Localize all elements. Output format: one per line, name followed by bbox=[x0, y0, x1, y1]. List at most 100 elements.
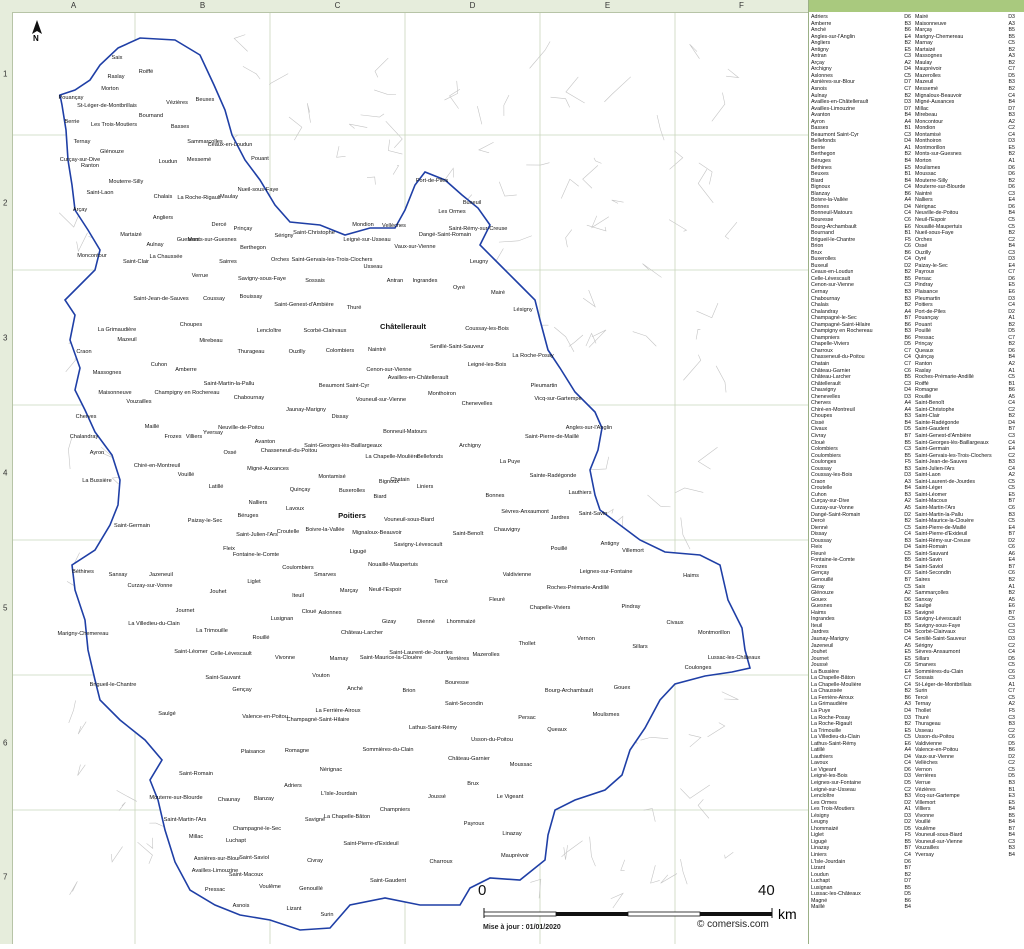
town-label: Les Ormes bbox=[438, 209, 466, 215]
town-label: Civray bbox=[307, 858, 323, 864]
commune-boundary-line bbox=[656, 114, 665, 141]
town-label: Pouillé bbox=[550, 546, 568, 552]
town-label: Lussac-les-Châteaux bbox=[707, 655, 761, 661]
town-label: Craon bbox=[76, 349, 92, 355]
town-label: Mauprévoir bbox=[501, 853, 529, 859]
town-label: Saix bbox=[111, 55, 123, 61]
column-label: B bbox=[199, 1, 206, 10]
commune-boundary-line bbox=[77, 721, 87, 735]
town-label: La Ferrière-Airoux bbox=[315, 708, 361, 714]
town-label: Moulismes bbox=[592, 712, 620, 718]
town-label: Saint-Benoît bbox=[452, 531, 484, 537]
town-label: Coulonges bbox=[684, 665, 712, 671]
town-label: Nalliers bbox=[248, 500, 268, 506]
commune-boundary-line bbox=[715, 365, 727, 393]
town-label: Asnières-sur-Blour bbox=[193, 856, 241, 862]
town-label: Colombiers bbox=[325, 348, 355, 354]
town-label: Avanton bbox=[254, 439, 276, 445]
town-label: Mouterre-Silly bbox=[108, 179, 144, 185]
town-label: Savigné bbox=[304, 817, 326, 823]
town-label: Saint-Georges-lès-Baillargeaux bbox=[304, 443, 382, 449]
town-label: Château-Garnier bbox=[448, 756, 490, 762]
town-label: Roches-Prémarie-Andillé bbox=[546, 585, 610, 591]
row-label: 2 bbox=[3, 198, 8, 207]
town-label: Amberre bbox=[175, 367, 197, 373]
commune-boundary-line bbox=[360, 113, 385, 118]
town-label: Dissay bbox=[331, 414, 349, 420]
town-label: Villemort bbox=[622, 548, 644, 554]
town-label: Berrie bbox=[64, 119, 80, 125]
town-label: Choupes bbox=[179, 322, 203, 328]
commune-boundary-line bbox=[392, 165, 400, 175]
town-label: Aslonnes bbox=[318, 610, 342, 616]
town-label: Vouton bbox=[312, 673, 330, 679]
index-row: Yversay B4 bbox=[915, 852, 1019, 859]
update-date: Mise à jour : 01/01/2020 bbox=[483, 924, 561, 931]
town-label: Lavoux bbox=[285, 506, 305, 512]
town-label: Voulême bbox=[259, 884, 281, 890]
town-label: Château-Larcher bbox=[341, 630, 383, 636]
index-grid-ref: B4 bbox=[1008, 852, 1015, 858]
town-label: Béthines bbox=[72, 569, 94, 575]
town-label: Orches bbox=[270, 257, 290, 263]
town-label: Champagné-Saint-Hilaire bbox=[286, 717, 350, 723]
town-label: Champagné-le-Sec bbox=[232, 826, 282, 832]
town-label: Ayron bbox=[89, 450, 105, 456]
town-label: Leigné-les-Bois bbox=[467, 362, 507, 368]
town-label: Queaux bbox=[547, 727, 567, 733]
commune-boundary-line bbox=[697, 169, 714, 204]
commune-boundary-line bbox=[582, 165, 599, 189]
town-label: Saint-Gervais-les-Trois-Clochers bbox=[291, 257, 373, 263]
commune-boundary-line bbox=[669, 150, 684, 170]
commune-boundary-line bbox=[269, 73, 289, 86]
town-label: Lhommaizé bbox=[446, 619, 476, 625]
town-label: La Bussière bbox=[82, 478, 112, 484]
commune-boundary-line bbox=[697, 799, 710, 819]
town-label: Champigny en Rochereau bbox=[154, 390, 220, 396]
commune-boundary-line bbox=[683, 354, 702, 381]
town-label: Marigny-Chemereau bbox=[57, 631, 109, 637]
town-label: Saint-Julien-l'Ars bbox=[236, 532, 278, 538]
town-label: Saint-Martin-l'Ars bbox=[163, 817, 207, 823]
commune-boundary-line bbox=[711, 92, 726, 122]
town-label: Saint-Germain bbox=[113, 523, 151, 529]
town-label: Arçay bbox=[72, 207, 88, 213]
town-label: Bouissay bbox=[239, 294, 263, 300]
town-label: Beuxes bbox=[195, 97, 215, 103]
town-label: Lauthiers bbox=[568, 490, 592, 496]
commune-boundary-line bbox=[449, 88, 461, 109]
column-label: E bbox=[604, 1, 611, 10]
town-label: Nérignac bbox=[319, 767, 343, 773]
town-label: Migné-Auxances bbox=[247, 466, 289, 472]
town-label: Nueil-sous-Faye bbox=[237, 187, 279, 193]
commune-boundary-line bbox=[565, 76, 585, 104]
commune-index: Adriers D6 Amberre B3 Anché B6 Angles-sur-l'An… bbox=[808, 0, 1024, 944]
town-label: Angliers bbox=[152, 215, 174, 221]
commune-boundary-line bbox=[696, 303, 719, 319]
commune-boundary-line bbox=[604, 76, 631, 103]
town-label: La Grimaudière bbox=[97, 327, 137, 333]
town-label: Brion bbox=[402, 688, 416, 694]
scale-min: 0 bbox=[478, 882, 487, 899]
town-label: Scorbé-Clairvaux bbox=[303, 328, 347, 334]
town-label: Saint-Léomer bbox=[174, 649, 208, 655]
town-label: Ouzilly bbox=[288, 349, 306, 355]
town-label: Saint-Saviol bbox=[239, 855, 269, 861]
town-label: Chiré-en-Montreuil bbox=[133, 463, 181, 469]
town-label: Maillé bbox=[144, 424, 160, 430]
commune-boundary-line bbox=[611, 199, 624, 204]
town-label: Le Vigeant bbox=[496, 794, 524, 800]
town-label: Availles-en-Châtellerault bbox=[387, 375, 449, 381]
town-label: Valdivienne bbox=[502, 572, 532, 578]
town-label: Lencloître bbox=[256, 328, 282, 334]
row-label: 3 bbox=[3, 333, 8, 342]
town-label: Vernon bbox=[577, 636, 595, 642]
town-label: Brux bbox=[467, 781, 479, 787]
town-label: Pressac bbox=[204, 887, 226, 893]
town-label: Beaumont Saint-Cyr bbox=[318, 383, 370, 389]
town-label: Lathus-Saint-Rémy bbox=[409, 725, 457, 731]
town-label: Iteuil bbox=[292, 593, 304, 599]
commune-boundary-line bbox=[477, 105, 483, 125]
town-label: Dercé bbox=[211, 222, 227, 228]
commune-boundary-line bbox=[586, 224, 607, 232]
